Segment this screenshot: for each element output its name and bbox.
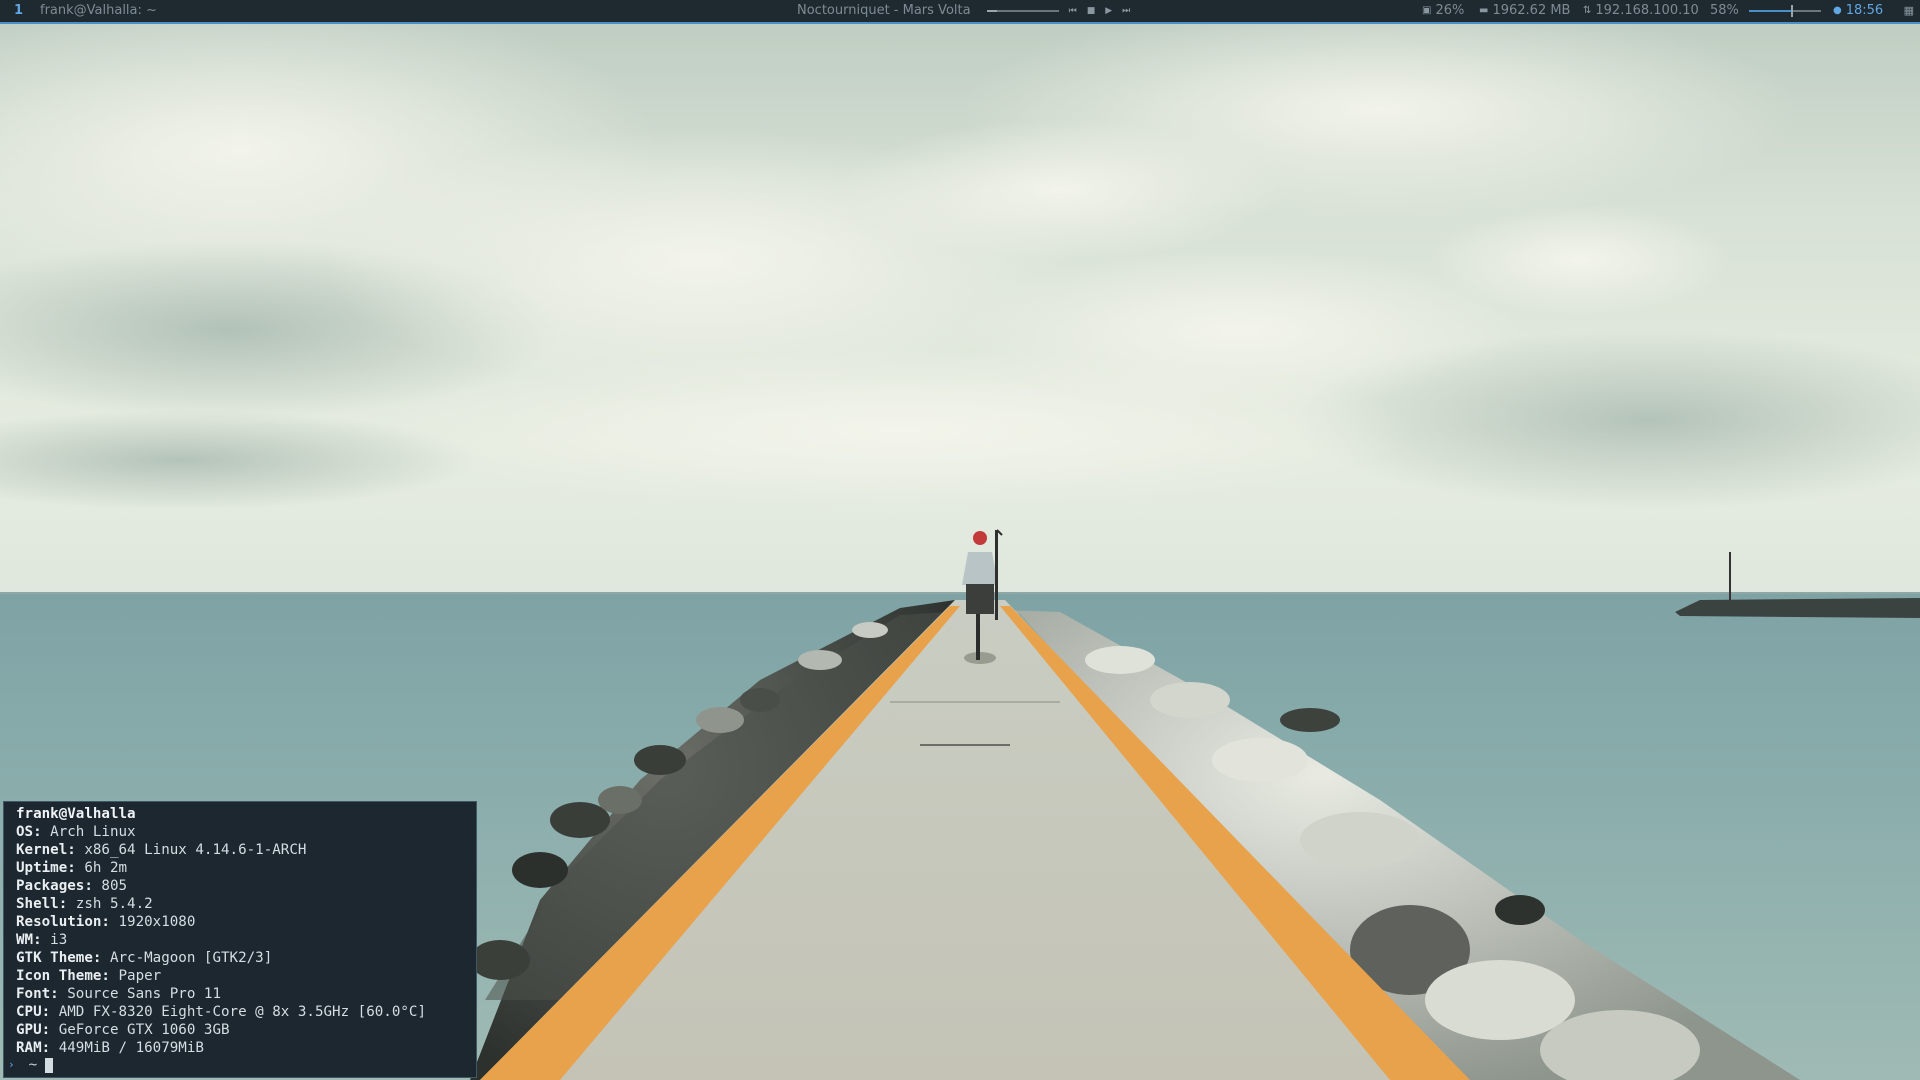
prompt-arrow-icon: › — [8, 1058, 15, 1071]
volume-widget[interactable]: 58% — [1710, 0, 1821, 22]
info-value: Arch Linux — [41, 824, 136, 840]
system-info-line: CPU: AMD FX-8320 Eight-Core @ 8x 3.5GHz … — [16, 1003, 476, 1021]
cpu-widget: ▣ 26% — [1422, 0, 1464, 22]
shell-prompt[interactable]: › ~ — [8, 1056, 54, 1074]
info-value: Paper — [109, 968, 162, 984]
memory-usage: 1962.62 MB — [1492, 3, 1571, 18]
system-info-line: WM: i3 — [16, 931, 476, 949]
terminal-user-host: frank@Valhalla — [16, 806, 136, 822]
system-info-line: Packages: 805 — [16, 877, 476, 895]
system-info-line: RAM: 449MiB / 16079MiB — [16, 1039, 476, 1057]
system-info-line: Font: Source Sans Pro 11 — [16, 985, 476, 1003]
media-player-widget: Noctourniquet - Mars Volta ⏮ ■ ▶ ⏭ — [797, 0, 1130, 22]
memory-icon: ▬ — [1479, 5, 1489, 16]
workspace-indicator[interactable]: 1 — [14, 0, 23, 22]
info-value: Source Sans Pro 11 — [58, 986, 222, 1002]
info-key: CPU: — [16, 1004, 51, 1020]
ip-address: 192.168.100.10 — [1595, 3, 1699, 18]
info-key: Kernel: — [16, 842, 76, 858]
system-info-line: Icon Theme: Paper — [16, 967, 476, 985]
now-playing-text: Noctourniquet - Mars Volta — [797, 3, 971, 18]
info-key: Shell: — [16, 896, 68, 912]
info-value: x86_64 Linux 4.14.6-1-ARCH — [75, 842, 307, 858]
info-key: GPU: — [16, 1022, 51, 1038]
system-info-line: Kernel: x86_64 Linux 4.14.6-1-ARCH — [16, 841, 476, 859]
stop-icon[interactable]: ■ — [1087, 1, 1096, 21]
info-key: RAM: — [16, 1040, 51, 1056]
info-key: OS: — [16, 824, 42, 840]
previous-track-icon[interactable]: ⏮ — [1069, 1, 1077, 21]
info-value: zsh 5.4.2 — [67, 896, 153, 912]
system-info-line: GPU: GeForce GTX 1060 3GB — [16, 1021, 476, 1039]
calendar-icon[interactable]: ▦ — [1904, 0, 1914, 22]
info-value: GeForce GTX 1060 3GB — [50, 1022, 230, 1038]
system-info-line: Uptime: 6h 2m — [16, 859, 476, 877]
prompt-directory: ~ — [28, 1057, 38, 1073]
volume-level: 58% — [1710, 3, 1739, 18]
info-key: Font: — [16, 986, 59, 1002]
system-info-line: Shell: zsh 5.4.2 — [16, 895, 476, 913]
info-value: 6h 2m — [75, 860, 128, 876]
next-track-icon[interactable]: ⏭ — [1122, 1, 1130, 21]
system-info-line: GTK Theme: Arc-Magoon [GTK2/3] — [16, 949, 476, 967]
top-status-bar: 1 frank@Valhalla: ~ Noctourniquet - Mars… — [0, 0, 1920, 24]
system-info-list: OS: Arch Linux Kernel: x86_64 Linux 4.14.… — [16, 823, 476, 1057]
text-cursor — [45, 1057, 54, 1073]
cpu-usage: 26% — [1435, 3, 1465, 18]
play-icon[interactable]: ▶ — [1105, 1, 1112, 21]
media-progress-bar[interactable] — [986, 10, 1059, 12]
info-key: WM: — [16, 932, 42, 948]
focused-window-title: frank@Valhalla: ~ — [40, 3, 157, 18]
info-key: GTK Theme: — [16, 950, 102, 966]
info-key: Uptime: — [16, 860, 76, 876]
info-key: Icon Theme: — [16, 968, 110, 984]
info-value: Arc-Magoon [GTK2/3] — [101, 950, 273, 966]
info-value: 449MiB / 16079MiB — [50, 1040, 204, 1056]
info-key: Packages: — [16, 878, 93, 894]
volume-slider-knob[interactable] — [1790, 5, 1793, 17]
system-info-line: OS: Arch Linux — [16, 823, 476, 841]
system-info-line: Resolution: 1920x1080 — [16, 913, 476, 931]
network-widget: ⇅ 192.168.100.10 — [1583, 0, 1699, 22]
terminal-window[interactable]: frank@Valhalla OS: Arch Linux Kernel: x86… — [3, 801, 477, 1078]
info-key: Resolution: — [16, 914, 110, 930]
clock-time: 18:56 — [1845, 3, 1884, 18]
clock-widget[interactable]: ● 18:56 — [1833, 0, 1883, 22]
clock-icon: ● — [1833, 5, 1842, 16]
info-value: i3 — [41, 932, 68, 948]
info-value: 805 — [92, 878, 128, 894]
volume-slider[interactable] — [1748, 5, 1821, 17]
network-icon: ⇅ — [1583, 5, 1592, 16]
memory-widget: ▬ 1962.62 MB — [1479, 0, 1570, 22]
cpu-icon: ▣ — [1422, 5, 1432, 16]
info-value: 1920x1080 — [109, 914, 196, 930]
info-value: AMD FX-8320 Eight-Core @ 8x 3.5GHz [60.0… — [50, 1004, 427, 1020]
